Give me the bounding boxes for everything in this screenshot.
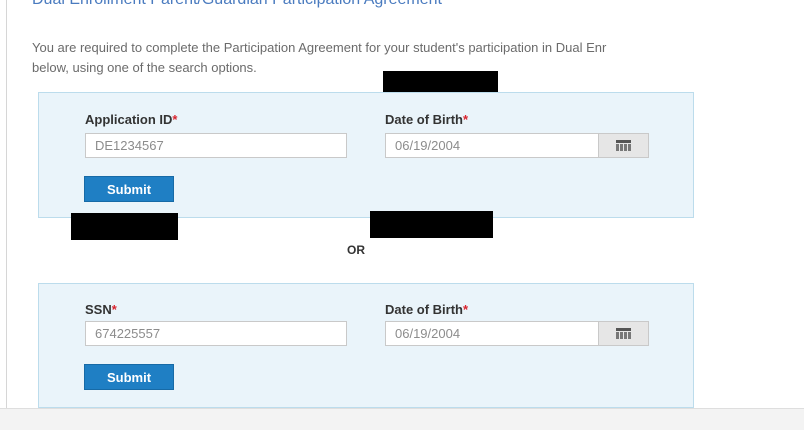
calendar-icon [616, 140, 631, 151]
page-frame: Dual Enrollment Parent/Guardian Particip… [6, 0, 804, 408]
calendar-icon [616, 328, 631, 339]
date-of-birth-label: Date of Birth* [385, 112, 469, 127]
required-asterisk: * [111, 302, 117, 317]
or-separator: OR [347, 243, 365, 257]
ssn-label: SSN* [85, 302, 117, 317]
intro-line-1: You are required to complete the Partici… [32, 40, 607, 55]
redaction-block [71, 213, 178, 240]
date-of-birth-label: Date of Birth* [385, 302, 469, 317]
page-title: Dual Enrollment Parent/Guardian Particip… [32, 0, 442, 9]
search-by-application-id-panel: Application ID* DE1234567 Date of Birth*… [38, 92, 694, 218]
search-by-ssn-panel: SSN* 674225557 Date of Birth* 06/19/2004… [38, 283, 694, 408]
submit-button[interactable]: Submit [84, 176, 174, 202]
calendar-button[interactable] [598, 321, 649, 346]
application-id-field[interactable]: DE1234567 [85, 133, 347, 158]
date-of-birth-field[interactable]: 06/19/2004 [385, 133, 599, 158]
bottom-bar [0, 408, 804, 430]
submit-button[interactable]: Submit [84, 364, 174, 390]
calendar-button[interactable] [598, 133, 649, 158]
redaction-block [370, 211, 493, 238]
required-asterisk: * [463, 302, 469, 317]
required-asterisk: * [172, 112, 178, 127]
date-of-birth-field[interactable]: 06/19/2004 [385, 321, 599, 346]
ssn-field[interactable]: 674225557 [85, 321, 347, 346]
required-asterisk: * [463, 112, 469, 127]
application-id-label: Application ID* [85, 112, 178, 127]
